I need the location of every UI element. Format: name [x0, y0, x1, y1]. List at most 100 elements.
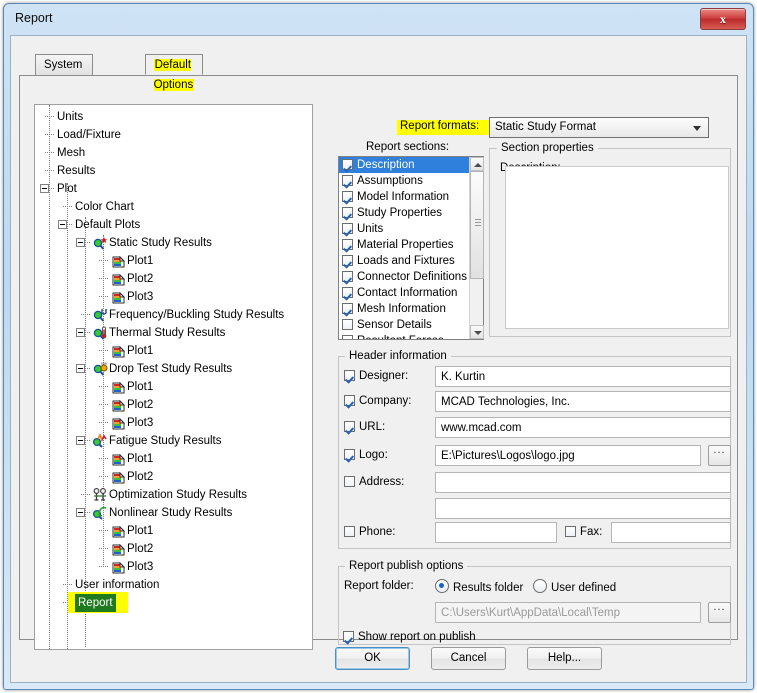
tree-item-units[interactable]: Units — [35, 108, 312, 126]
section-checkbox-icon[interactable] — [342, 335, 353, 339]
section-item-loads-and-fixtures[interactable]: Loads and Fixtures — [339, 253, 483, 269]
section-checkbox-icon[interactable] — [342, 191, 353, 202]
report-folder-browse-button[interactable]: ... — [708, 601, 731, 623]
tree-item-report[interactable]: Report — [35, 592, 312, 613]
tree-item-plot3[interactable]: Plot3 — [35, 558, 312, 576]
section-item-assumptions[interactable]: Assumptions — [339, 173, 483, 189]
section-checkbox-icon[interactable] — [342, 319, 353, 330]
close-icon[interactable]: x — [700, 8, 746, 30]
report-format-select[interactable]: Static Study Format — [489, 117, 709, 138]
tree-item-plot1[interactable]: Plot1 — [35, 450, 312, 468]
section-item-units[interactable]: Units — [339, 221, 483, 237]
tree-item-frequency-buckling-study-results[interactable]: Frequency/Buckling Study Results — [35, 306, 312, 324]
tree-item-static-study-results[interactable]: Static Study Results — [35, 234, 312, 252]
header-field-input-address[interactable] — [435, 472, 731, 493]
header-checkbox-icon — [344, 449, 355, 460]
section-checkbox-icon[interactable] — [342, 303, 353, 314]
tree-item-plot1[interactable]: Plot1 — [35, 342, 312, 360]
section-item-contact-information[interactable]: Contact Information — [339, 285, 483, 301]
section-checkbox-icon[interactable] — [342, 175, 353, 186]
section-item-resultant-forces[interactable]: Resultant Forces — [339, 333, 483, 339]
header-field-input-url[interactable]: www.mcad.com — [435, 417, 731, 438]
report-folder-path-input[interactable]: C:\Users\Kurt\AppData\Local\Temp — [435, 602, 701, 623]
section-checkbox-icon[interactable] — [342, 159, 353, 170]
tree-item-mesh[interactable]: Mesh — [35, 144, 312, 162]
tree-item-plot1[interactable]: Plot1 — [35, 252, 312, 270]
tree-item-default-plots[interactable]: Default Plots — [35, 216, 312, 234]
tree-item-plot[interactable]: Plot — [35, 180, 312, 198]
report-dialog-window: Report x System Options Default Options U… — [3, 3, 754, 690]
section-checkbox-icon[interactable] — [342, 239, 353, 250]
tree-expander-collapse-icon[interactable] — [76, 436, 85, 445]
tree-expander-collapse-icon[interactable] — [58, 220, 67, 229]
header-field-input-phone[interactable] — [435, 522, 557, 543]
header-checkbox-icon — [344, 395, 355, 406]
header-checkbox-designer[interactable]: Designer: — [344, 370, 408, 382]
report-sections-list[interactable]: Description Assumptions Model Information S… — [338, 156, 484, 340]
tree-item-results[interactable]: Results — [35, 162, 312, 180]
header-checkbox-address[interactable]: Address: — [344, 476, 404, 488]
tree-item-plot1[interactable]: Plot1 — [35, 522, 312, 540]
tree-item-plot2[interactable]: Plot2 — [35, 540, 312, 558]
tree-item-plot3[interactable]: Plot3 — [35, 288, 312, 306]
tree-expander-collapse-icon[interactable] — [76, 364, 85, 373]
tree-expander-collapse-icon[interactable] — [76, 328, 85, 337]
scrollbar-thumb[interactable] — [470, 171, 484, 279]
tree-item-optimization-study-results[interactable]: Optimization Study Results — [35, 486, 312, 504]
section-item-sensor-details[interactable]: Sensor Details — [339, 317, 483, 333]
header-checkbox-url[interactable]: URL: — [344, 421, 385, 433]
tree-item-plot1[interactable]: Plot1 — [35, 378, 312, 396]
tree-item-plot2[interactable]: Plot2 — [35, 270, 312, 288]
ok-button[interactable]: OK — [335, 647, 410, 670]
section-item-material-properties[interactable]: Material Properties — [339, 237, 483, 253]
header-field-input-logo[interactable]: E:\Pictures\Logos\logo.jpg — [435, 445, 701, 466]
section-checkbox-icon[interactable] — [342, 255, 353, 266]
help-button[interactable]: Help... — [527, 647, 602, 670]
tab-system-options[interactable]: System Options — [35, 54, 93, 91]
tree-item-plot2[interactable]: Plot2 — [35, 468, 312, 486]
section-item-description[interactable]: Description — [339, 157, 483, 173]
section-item-model-information[interactable]: Model Information — [339, 189, 483, 205]
section-checkbox-icon[interactable] — [342, 287, 353, 298]
tree-expander-collapse-icon[interactable] — [40, 184, 49, 193]
header-checkbox-phone[interactable]: Phone: — [344, 526, 395, 538]
description-textarea[interactable] — [505, 166, 729, 329]
header-checkbox-logo[interactable]: Logo: — [344, 449, 388, 461]
section-checkbox-icon[interactable] — [342, 223, 353, 234]
header-field-input-company[interactable]: MCAD Technologies, Inc. — [435, 391, 731, 412]
fax-checkbox[interactable]: Fax: — [565, 526, 602, 538]
section-item-label: Loads and Fixtures — [357, 255, 455, 267]
section-item-study-properties[interactable]: Study Properties — [339, 205, 483, 221]
radio-results-folder[interactable]: Results folder — [435, 579, 523, 594]
show-report-on-publish-checkbox[interactable]: Show report on publish — [343, 631, 476, 643]
scroll-down-arrow-icon[interactable] — [470, 325, 484, 339]
header-checkbox-company[interactable]: Company: — [344, 395, 411, 407]
section-checkbox-icon[interactable] — [342, 207, 353, 218]
chevron-down-icon — [693, 126, 701, 131]
tree-item-plot2[interactable]: Plot2 — [35, 396, 312, 414]
tree-item-color-chart[interactable]: Color Chart — [35, 198, 312, 216]
tree-item-nonlinear-study-results[interactable]: Nonlinear Study Results — [35, 504, 312, 522]
section-checkbox-icon[interactable] — [342, 271, 353, 282]
tree-item-plot3[interactable]: Plot3 — [35, 414, 312, 432]
tree-item-fatigue-study-results[interactable]: Fatigue Study Results — [35, 432, 312, 450]
tab-default-options[interactable]: Default Options — [144, 54, 204, 91]
tree-item-load-fixture[interactable]: Load/Fixture — [35, 126, 312, 144]
tree-item-drop-test-study-results[interactable]: Drop Test Study Results — [35, 360, 312, 378]
section-item-connector-definitions[interactable]: Connector Definitions — [339, 269, 483, 285]
header-field-input-designer[interactable]: K. Kurtin — [435, 366, 731, 387]
radio-user-defined[interactable]: User defined — [533, 579, 616, 594]
report-sections-scrollbar[interactable] — [469, 157, 484, 339]
header-field-input-address2[interactable] — [435, 498, 731, 519]
cancel-button[interactable]: Cancel — [431, 647, 506, 670]
scroll-up-arrow-icon[interactable] — [470, 157, 484, 171]
tree-connector — [99, 422, 108, 423]
fax-input[interactable] — [611, 522, 731, 543]
tree-item-thermal-study-results[interactable]: Thermal Study Results — [35, 324, 312, 342]
tree-expander-collapse-icon[interactable] — [76, 238, 85, 247]
section-item-mesh-information[interactable]: Mesh Information — [339, 301, 483, 317]
options-tree[interactable]: Units Load/Fixture Mesh Results Plot Color Ch… — [34, 104, 313, 650]
logo-browse-button[interactable]: ... — [708, 444, 731, 466]
tree-expander-collapse-icon[interactable] — [76, 508, 85, 517]
tree-item-label: Drop Test Study Results — [109, 363, 233, 375]
